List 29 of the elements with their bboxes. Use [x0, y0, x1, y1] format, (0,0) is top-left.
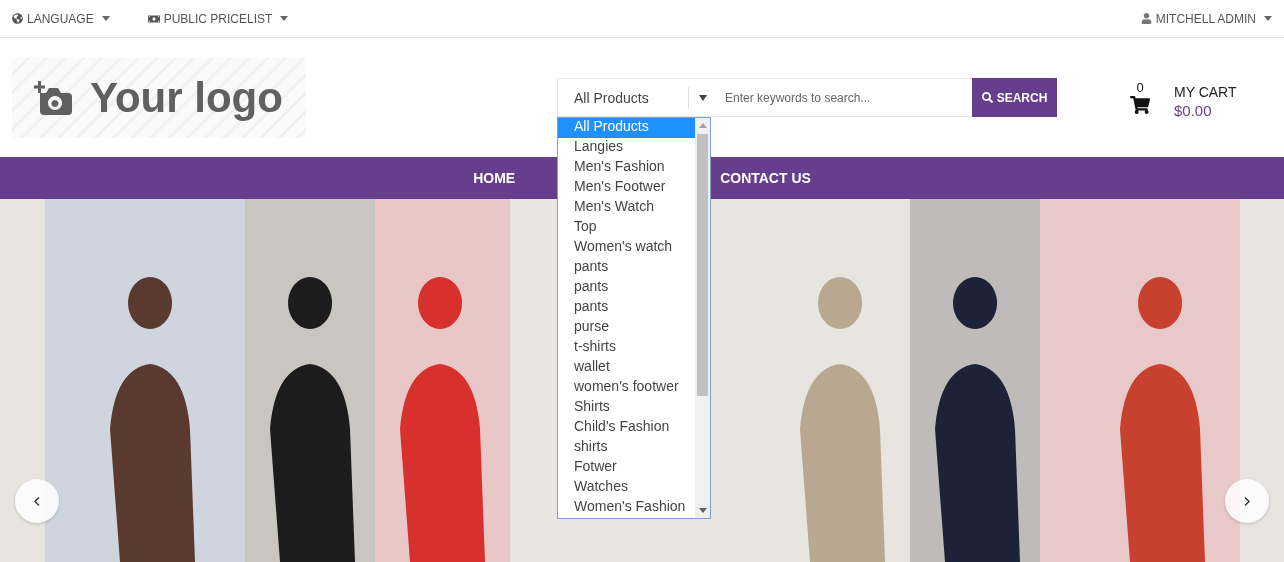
- search-button[interactable]: SEARCH: [972, 78, 1057, 117]
- cart-count: 0: [1136, 80, 1144, 95]
- dropdown-arrow-icon: [699, 94, 707, 101]
- scrollbar[interactable]: [695, 118, 710, 518]
- nav-link[interactable]: CONTACT US: [720, 170, 811, 186]
- search-icon: [981, 92, 993, 103]
- camera-plus-icon: [34, 80, 72, 115]
- cart-total: $0.00: [1174, 102, 1213, 119]
- scroll-up-icon[interactable]: [698, 123, 707, 128]
- logo[interactable]: Your logo: [12, 57, 306, 138]
- cart-icon[interactable]: [1130, 95, 1150, 115]
- top-menu[interactable]: PUBLIC PRICELIST: [147, 11, 289, 26]
- nav-link[interactable]: HOME: [473, 170, 516, 186]
- caret-icon: [101, 16, 110, 21]
- top-menu[interactable]: LANGUAGE: [12, 11, 110, 26]
- user-menu[interactable]: MITCHELL ADMIN: [1140, 11, 1272, 26]
- logo-text: Your logo: [90, 73, 283, 122]
- globe-icon: [12, 13, 23, 24]
- scroll-down-icon[interactable]: [698, 508, 707, 513]
- banknote-icon: [147, 12, 160, 25]
- scroll-thumb[interactable]: [697, 134, 708, 396]
- cart-label[interactable]: MY CART: [1174, 84, 1237, 100]
- chevron-right-icon: [1244, 496, 1250, 506]
- search-field[interactable]: Enter keywords to search...: [715, 78, 972, 117]
- category-select[interactable]: All Products: [557, 78, 715, 117]
- caret-icon: [1264, 16, 1272, 21]
- chevron-left-icon: [34, 496, 40, 506]
- user-icon: [1140, 13, 1152, 24]
- caret-icon: [280, 16, 289, 21]
